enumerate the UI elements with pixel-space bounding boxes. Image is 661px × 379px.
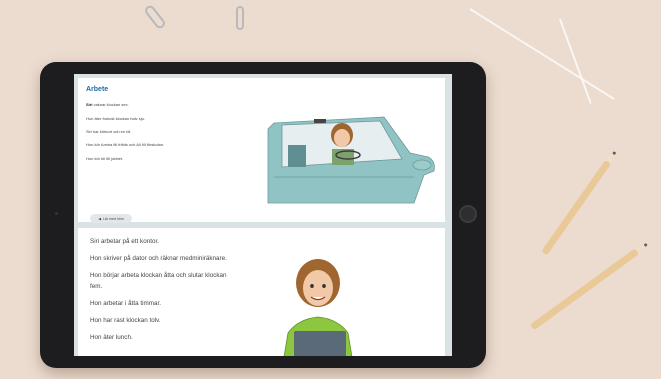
text-line: Siri har körkort och en bil. xyxy=(86,129,132,134)
paperclip xyxy=(143,3,167,31)
text-line: Hon arbetar i åtta timmar. xyxy=(90,300,162,307)
speaker-icon: ◀ xyxy=(98,216,102,221)
tablet-screen: Arbete Siri vaknar klockan sex. Hon äter… xyxy=(74,74,452,356)
text-line: Hon kör Amina till fritids och Ali till … xyxy=(86,142,165,147)
text-line: Siri arbetar på ett kontor. xyxy=(90,238,159,245)
page-card-2: Siri arbetar på ett kontor. Hon skriver … xyxy=(78,228,445,356)
text-line: fem. xyxy=(90,283,103,290)
camera-icon xyxy=(55,212,58,215)
pencil xyxy=(541,151,617,256)
listen-button[interactable]: ◀ Lär med höm xyxy=(90,214,132,223)
paperclip xyxy=(236,6,244,30)
text-line: Hon kör bil till jobbet. xyxy=(86,156,124,161)
page-card-1: Arbete Siri vaknar klockan sex. Hon äter… xyxy=(78,78,445,223)
text-line: Hon äter frukost klockan halv sju. xyxy=(86,116,145,121)
text-line: Hon börjar arbeta klockan åtta och sluta… xyxy=(90,272,227,279)
pencil xyxy=(529,242,648,331)
ruler-edge xyxy=(559,18,592,104)
home-button[interactable] xyxy=(459,205,477,223)
page-title: Arbete xyxy=(86,86,109,93)
girl-illustration xyxy=(283,259,353,356)
car-illustration xyxy=(267,116,435,204)
text-line: Hon äter lunch. xyxy=(90,334,133,341)
text-line: Siri vaknar klockan sex. xyxy=(86,102,129,107)
ruler-edge xyxy=(469,8,615,100)
text-line: Hon har rast klockan tolv. xyxy=(90,317,161,324)
text-line: Hon skriver på dator och räknar medminir… xyxy=(90,255,227,262)
